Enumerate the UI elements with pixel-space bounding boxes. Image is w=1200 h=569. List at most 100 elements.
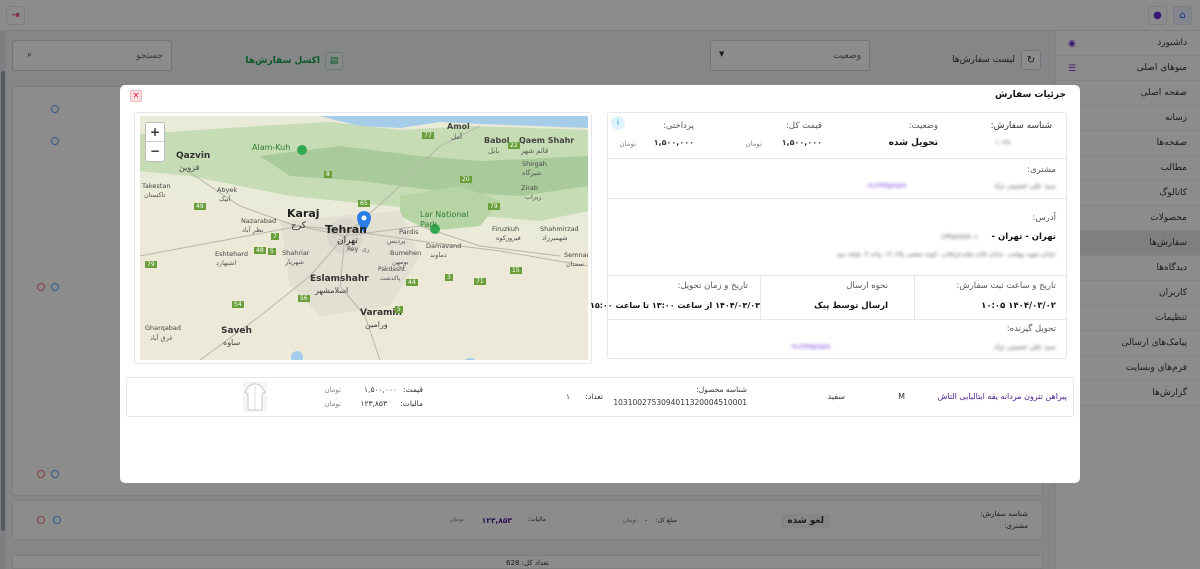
product-name-link[interactable]: پیراهن تترون مردانه یقه ایتالیایی التاش [938,392,1067,401]
product-id-label: شناسه محصول: [696,385,747,394]
map-label: Qazvin [176,151,211,161]
map-label: Eslamshahr [310,274,369,284]
divider [608,198,1066,199]
map-label: Eshtehard [215,250,248,258]
map-label: ورامین [365,320,388,329]
product-id-value: 1031002753094011320004510001 [613,398,747,407]
shipping-value: ارسال توسط پیک [814,301,888,311]
map-label: تهران [337,236,358,246]
map-label: Tehran [325,223,368,236]
map-label: Karaj [287,207,320,220]
map-label: شیرگاه [522,169,542,177]
road-number: 7 [271,233,279,240]
map-label: Zirab [521,184,539,192]
currency-label: تومان [324,386,341,394]
map-label: Shahriar [282,249,310,257]
receiver-label: تحویل گیرنده: [1006,324,1056,334]
road-number: 56 [298,295,310,302]
close-button[interactable]: × [130,90,142,102]
address-city: تهران - تهران - [991,232,1056,242]
map-label: Pardis [399,228,419,236]
delivery-value: ۱۴۰۴/۰۳/۰۳ از ساعت ۱۳:۰۰ تا ساعت ۱۵:۰۰ [589,301,760,310]
road-number: 22 [508,142,520,149]
product-thumbnail [243,382,267,412]
map-label: Semnan [564,251,588,259]
info-icon[interactable]: i [611,116,625,130]
map-label: Pakdasht [378,266,406,273]
order-details-modal: جزئیات سفارش × + − Amol آمل Babol بابل Q… [120,85,1080,483]
map-label: بابل [488,147,500,155]
currency-label: تومان [745,140,762,148]
map-label: ری [362,246,370,253]
receiver-phone[interactable]: ۰۹۱۲۳۴۵۶۷۸۹ [789,343,830,351]
map-label: قائم شهر [521,147,549,155]
address-detail: خیابان شهید بهشتی، خیابان قائم مقام فراه… [836,251,1056,258]
map-label: ساوه [223,338,241,347]
map-label: Gharqabad [145,324,182,332]
map-label: Takestan [142,182,171,190]
map[interactable]: + − Amol آمل Babol بابل Qaem Shahr قائم … [140,116,588,360]
currency-label: تومان [324,400,341,408]
divider [608,275,1066,276]
map-label: شهریار [285,258,304,266]
zoom-out-button[interactable]: − [146,142,164,161]
product-size: M [898,392,905,401]
map-label: Bumehen [390,249,422,257]
close-icon: × [132,91,140,101]
map-label: Shahmirzad [540,225,579,233]
modal-title: جزئیات سفارش [994,90,1066,100]
zoom-in-button[interactable]: + [146,123,164,142]
product-color: سفید [827,392,845,401]
order-item-row: پیراهن تترون مردانه یقه ایتالیایی التاش … [126,377,1074,417]
map-label: نظر آباد [242,226,264,234]
map-label: اشتهارد [216,259,237,267]
divider [914,275,915,319]
map-label: کرج [291,221,307,231]
quantity-label: تعداد: [585,392,603,401]
map-label: اسلامشهر [315,286,349,295]
order-id-value: ۱۰۲۹ [994,139,1010,147]
map-label: آبیک [219,195,231,203]
map-label: Abyek [217,186,238,194]
order-info-panel: شناسه سفارش: ۱۰۲۹ وضعیت: تحویل شده قیمت … [589,112,1067,359]
map-label: قزوین [179,163,200,172]
road-number: 8 [324,171,332,178]
total-price-label: قیمت کل: [786,121,822,131]
road-number: 3 [445,274,453,281]
customer-label: مشتری: [1027,165,1056,175]
zoom-controls: + − [145,122,165,162]
map-label: پاکدشت [380,275,401,282]
road-number: 79 [145,261,157,268]
road-number: 15 [510,267,522,274]
shipping-label: نحوه ارسال [846,281,888,291]
order-id-label: شناسه سفارش: [990,121,1052,131]
customer-name: سید علی حسینی نژاد [993,182,1056,190]
total-price-value: ۱,۵۰۰,۰۰۰ [781,138,822,147]
map-label: Saveh [221,326,252,336]
road-number: 48 [254,247,266,254]
map-label: Amol [447,122,470,131]
map-label: شهمیرزاد [542,234,568,242]
map-label: Nazarabad [241,217,277,225]
map-label: تاکستان [144,191,166,199]
delivery-label: تاریخ و زمان تحویل: [677,281,748,291]
map-label: بومهن [392,258,409,266]
road-number: 54 [232,301,244,308]
map-label: فیروزکوه [496,234,521,242]
map-label: آمل [451,133,462,141]
road-number: 5 [395,306,403,313]
customer-phone[interactable]: ۰۹۱۲۳۴۵۶۷۸۹ [865,182,906,190]
map-label: Qaem Shahr [519,136,575,145]
map-label: Alam-Kuh [252,143,291,152]
order-date-label: تاریخ و ساعت ثبت سفارش: [956,281,1056,291]
road-number: 65 [358,200,370,207]
map-label: Damavand [426,242,462,250]
receiver-name: سید علی حسینی نژاد [993,343,1056,351]
quantity-value: ۱ [565,392,570,401]
divider [608,158,1066,159]
currency-label: تومان [619,140,636,148]
status-label: وضعیت: [908,121,938,131]
road-number: 49 [194,203,206,210]
address-postal: ۱۳۴۵۶۷۸۹۰۱ [940,233,978,241]
divider [608,319,1066,320]
